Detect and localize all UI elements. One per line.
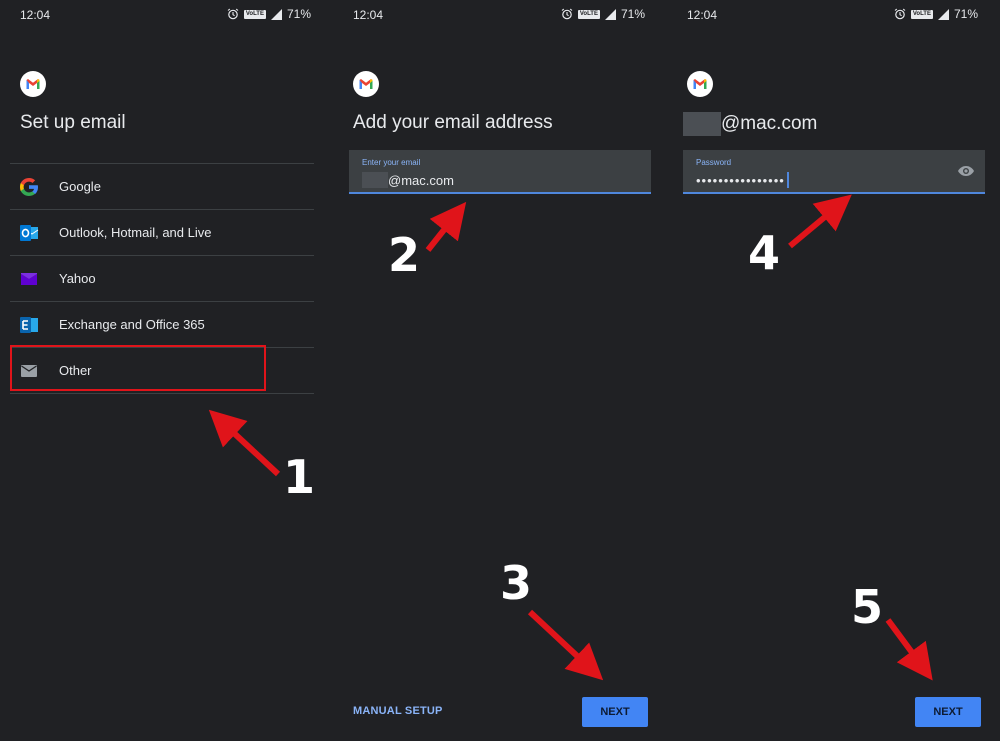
next-button[interactable]: NEXT xyxy=(915,697,981,727)
status-time: 12:04 xyxy=(353,8,384,22)
provider-label: Exchange and Office 365 xyxy=(59,317,205,332)
gmail-logo-icon xyxy=(20,71,46,97)
page-title: Set up email xyxy=(20,112,126,133)
step-number-1: 1 xyxy=(283,450,316,504)
add-email-screen: 12:04 VoLTE 71% Add your email address E… xyxy=(333,0,667,741)
signal-icon xyxy=(270,8,282,20)
alarm-icon xyxy=(894,8,906,20)
next-button[interactable]: NEXT xyxy=(582,697,648,727)
battery-level: 71% xyxy=(953,7,978,21)
eye-icon[interactable] xyxy=(957,164,975,178)
email-domain: @mac.com xyxy=(721,113,818,134)
status-icons: VoLTE 71% xyxy=(561,7,645,21)
volte-badge: VoLTE xyxy=(910,9,933,19)
email-input-value: @mac.com xyxy=(362,172,454,188)
email-input[interactable]: Enter your email @mac.com xyxy=(349,150,651,194)
signal-icon xyxy=(937,8,949,20)
provider-yahoo[interactable]: Yahoo xyxy=(10,255,314,301)
redacted-username xyxy=(683,112,721,136)
outlook-icon xyxy=(20,225,39,241)
other-highlight-box xyxy=(10,345,266,391)
battery-level: 71% xyxy=(286,7,311,21)
gmail-logo-icon xyxy=(353,71,379,97)
status-time: 12:04 xyxy=(687,8,718,22)
provider-exchange[interactable]: Exchange and Office 365 xyxy=(10,301,314,347)
status-bar: 12:04 VoLTE 71% xyxy=(0,0,333,30)
volte-badge: VoLTE xyxy=(577,9,600,19)
setup-email-screen: 12:04 VoLTE 71% Set up email Google Outl… xyxy=(0,0,333,741)
status-icons: VoLTE 71% xyxy=(227,7,311,21)
step-number-2: 2 xyxy=(388,228,421,282)
alarm-icon xyxy=(561,8,573,20)
google-icon xyxy=(20,178,38,196)
provider-label: Yahoo xyxy=(59,271,96,286)
password-input[interactable]: Password •••••••••••••••• xyxy=(683,150,985,194)
text-cursor xyxy=(786,172,789,188)
gmail-logo-icon xyxy=(687,71,713,97)
redacted-username xyxy=(362,172,388,188)
signal-icon xyxy=(604,8,616,20)
password-input-value: •••••••••••••••• xyxy=(696,172,789,188)
password-dots: •••••••••••••••• xyxy=(696,172,785,188)
provider-label: Outlook, Hotmail, and Live xyxy=(59,225,212,240)
step-number-3: 3 xyxy=(500,556,533,610)
status-bar: 12:04 VoLTE 71% xyxy=(667,0,1000,30)
status-icons: VoLTE 71% xyxy=(894,7,978,21)
step-number-5: 5 xyxy=(851,580,884,634)
provider-label: Google xyxy=(59,179,101,194)
status-time: 12:04 xyxy=(20,8,51,22)
password-screen: 12:04 VoLTE 71% @mac.com Password ••••••… xyxy=(667,0,1000,741)
manual-setup-button[interactable]: MANUAL SETUP xyxy=(353,705,443,717)
yahoo-icon xyxy=(21,273,37,285)
alarm-icon xyxy=(227,8,239,20)
password-input-label: Password xyxy=(696,158,732,167)
volte-badge: VoLTE xyxy=(243,9,266,19)
email-input-label: Enter your email xyxy=(362,158,421,167)
account-email-heading: @mac.com xyxy=(683,112,817,136)
status-bar: 12:04 VoLTE 71% xyxy=(333,0,667,30)
exchange-icon xyxy=(20,317,38,333)
email-domain: @mac.com xyxy=(388,172,454,188)
battery-level: 71% xyxy=(620,7,645,21)
provider-google[interactable]: Google xyxy=(10,163,314,209)
page-title: Add your email address xyxy=(353,112,553,133)
step-number-4: 4 xyxy=(748,226,781,280)
provider-outlook[interactable]: Outlook, Hotmail, and Live xyxy=(10,209,314,255)
